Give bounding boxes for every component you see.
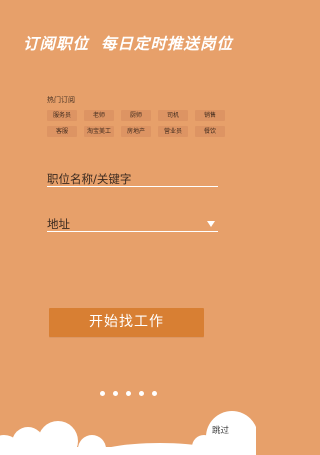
tag-shop-assistant[interactable]: 营业员 (158, 126, 188, 137)
tag-customer-service[interactable]: 客服 (47, 126, 77, 137)
address-select[interactable]: 地址 (47, 213, 218, 232)
hot-subscriptions-label: 热门订阅 (47, 96, 75, 104)
caret-down-icon[interactable] (207, 221, 215, 227)
address-placeholder: 地址 (47, 217, 70, 231)
headline: 订阅职位 每日定时推送岗位 (0, 32, 256, 54)
start-job-search-button[interactable]: 开始找工作 (49, 308, 204, 337)
tag-chef[interactable]: 厨师 (121, 110, 151, 121)
hot-tags: 服务员 老师 厨师 司机 销售 客服 淘宝美工 房地产 营业员 餐饮 (47, 110, 225, 137)
tag-catering[interactable]: 餐饮 (195, 126, 225, 137)
tag-sales[interactable]: 销售 (195, 110, 225, 121)
skip-button[interactable]: 跳过 (212, 424, 229, 436)
tag-taobao-designer[interactable]: 淘宝美工 (84, 126, 114, 137)
keyword-placeholder: 职位名称/关键字 (47, 172, 132, 186)
tag-waiter[interactable]: 服务员 (47, 110, 77, 121)
tag-driver[interactable]: 司机 (158, 110, 188, 121)
headline-subscribe: 订阅职位 (22, 35, 89, 53)
tag-teacher[interactable]: 老师 (84, 110, 114, 121)
headline-daily-push: 每日定时推送岗位 (101, 35, 234, 53)
tag-real-estate[interactable]: 房地产 (121, 126, 151, 137)
keyword-input[interactable]: 职位名称/关键字 (47, 168, 218, 187)
